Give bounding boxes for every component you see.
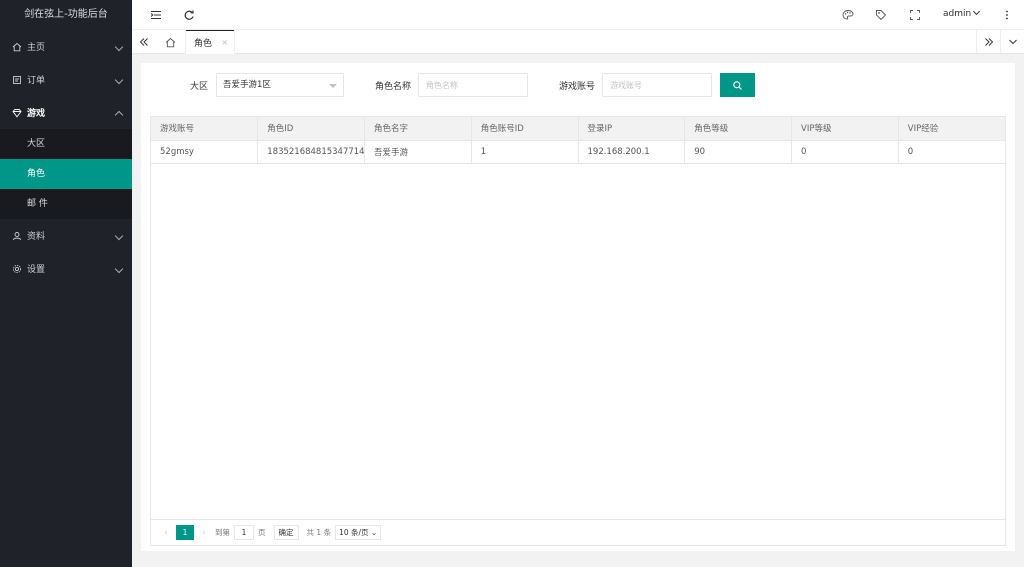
- tab-label: 角色: [194, 38, 213, 49]
- pagination: ‹ 1 › 到第 页 确定 共 1 条 10 条/页 ⌄: [151, 519, 1005, 545]
- tab-role[interactable]: 角色 ×: [185, 30, 235, 54]
- more-icon[interactable]: [1001, 9, 1013, 21]
- main-panel: 大区 吾爱手游1区 角色名称 游戏账号 游戏账号 角色ID 角色名字 角色账号I…: [141, 63, 1015, 551]
- chevron-down-icon: [114, 264, 124, 273]
- tag-icon[interactable]: [875, 9, 887, 21]
- diamond-icon: [12, 108, 22, 118]
- next-page-icon[interactable]: ›: [197, 528, 211, 538]
- column-header: 登录IP: [578, 117, 686, 141]
- sidebar-item-game[interactable]: 游戏: [0, 96, 132, 129]
- fullscreen-icon[interactable]: [909, 9, 921, 21]
- top-header: admin: [132, 0, 1024, 30]
- column-header: 游戏账号: [151, 117, 259, 141]
- column-header: 角色名字: [364, 117, 472, 141]
- data-table: 游戏账号 角色ID 角色名字 角色账号ID 登录IP 角色等级 VIP等级 VI…: [151, 117, 1005, 164]
- sidebar-item-profile[interactable]: 资料: [0, 219, 132, 252]
- sidebar: 剑在弦上-功能后台 主页 订单 游戏 大区 角色 邮 件 资料 设置: [0, 0, 132, 567]
- tabs-dropdown-icon[interactable]: [1000, 30, 1024, 54]
- column-header: 角色ID: [257, 117, 365, 141]
- tabs-scroll-right-icon[interactable]: [976, 30, 1000, 54]
- page-size-value: 10 条/页: [339, 528, 369, 537]
- sidebar-subitem-role[interactable]: 角色: [0, 159, 132, 189]
- goto-confirm-button[interactable]: 确定: [273, 525, 299, 540]
- sidebar-item-orders[interactable]: 订单: [0, 63, 132, 96]
- role-name-label: 角色名称: [375, 82, 412, 92]
- column-header: 角色等级: [684, 117, 792, 141]
- game-submenu: 大区 角色 邮 件: [0, 129, 132, 219]
- chevron-down-icon: [114, 231, 124, 240]
- tabs-scroll-left-icon[interactable]: [132, 30, 156, 54]
- app-title: 剑在弦上-功能后台: [24, 9, 108, 20]
- page-current[interactable]: 1: [176, 525, 194, 540]
- total-count: 共 1 条: [306, 528, 332, 537]
- table-cell: 吾爱手游: [364, 140, 472, 164]
- theme-icon[interactable]: [842, 9, 854, 21]
- sidebar-item-settings[interactable]: 设置: [0, 252, 132, 285]
- search-button[interactable]: [720, 73, 755, 97]
- goto-page-input[interactable]: [234, 525, 254, 540]
- account-label: 游戏账号: [559, 82, 596, 92]
- gear-icon: [12, 264, 22, 274]
- table-cell: 0: [898, 140, 1005, 164]
- username: admin: [943, 9, 972, 19]
- table-cell: 183521684815347714: [257, 140, 365, 164]
- column-header: VIP等级: [791, 117, 899, 141]
- close-icon[interactable]: ×: [221, 38, 228, 47]
- role-name-input[interactable]: [418, 73, 528, 97]
- goto-prefix: 到第: [215, 528, 230, 537]
- table-row[interactable]: 52gmsy 183521684815347714 吾爱手游 1 192.168…: [151, 140, 1005, 164]
- column-header: 角色账号ID: [471, 117, 579, 141]
- user-icon: [12, 231, 22, 241]
- dropdown-arrow-icon: [329, 84, 337, 88]
- sidebar-subitem-mail[interactable]: 邮 件: [0, 189, 132, 219]
- tab-bar: 角色 ×: [132, 30, 1024, 54]
- table-cell: 0: [791, 140, 899, 164]
- table-cell: 1: [471, 140, 579, 164]
- sidebar-item-label: 订单: [27, 76, 46, 86]
- sidebar-subitem-zone[interactable]: 大区: [0, 129, 132, 159]
- home-tab-icon[interactable]: [158, 30, 182, 54]
- page-size-select[interactable]: 10 条/页 ⌄: [335, 525, 382, 540]
- sidebar-item-label: 资料: [27, 232, 46, 242]
- chevron-down-icon: [114, 42, 124, 51]
- account-input[interactable]: [602, 73, 712, 97]
- sidebar-item-label: 游戏: [27, 109, 46, 119]
- role-table: 游戏账号 角色ID 角色名字 角色账号ID 登录IP 角色等级 VIP等级 VI…: [150, 116, 1006, 546]
- chevron-down-icon: [114, 75, 124, 84]
- table-cell: 192.168.200.1: [578, 140, 686, 164]
- chevron-down-icon: [973, 7, 981, 16]
- table-cell: 90: [684, 140, 792, 164]
- table-header-row: 游戏账号 角色ID 角色名字 角色账号ID 登录IP 角色等级 VIP等级 VI…: [151, 117, 1005, 141]
- search-form: 大区 吾爱手游1区 角色名称 游戏账号: [141, 73, 1015, 97]
- user-menu[interactable]: admin: [943, 7, 981, 19]
- zone-label: 大区: [190, 82, 209, 92]
- chevron-up-icon: [114, 110, 124, 119]
- order-icon: [12, 75, 22, 85]
- table-cell: 52gmsy: [151, 140, 259, 164]
- sidebar-item-label: 主页: [27, 43, 46, 53]
- home-icon: [12, 42, 22, 52]
- prev-page-icon[interactable]: ‹: [159, 528, 173, 538]
- zone-select-value: 吾爱手游1区: [223, 80, 271, 90]
- search-icon: [733, 80, 742, 90]
- column-header: VIP经验: [898, 117, 1005, 141]
- refresh-icon[interactable]: [183, 9, 195, 21]
- sidebar-item-home[interactable]: 主页: [0, 30, 132, 63]
- sidebar-item-label: 设置: [27, 265, 46, 275]
- menu-collapse-icon[interactable]: [150, 9, 162, 21]
- goto-suffix: 页: [258, 528, 266, 537]
- zone-select[interactable]: 吾爱手游1区: [216, 73, 344, 97]
